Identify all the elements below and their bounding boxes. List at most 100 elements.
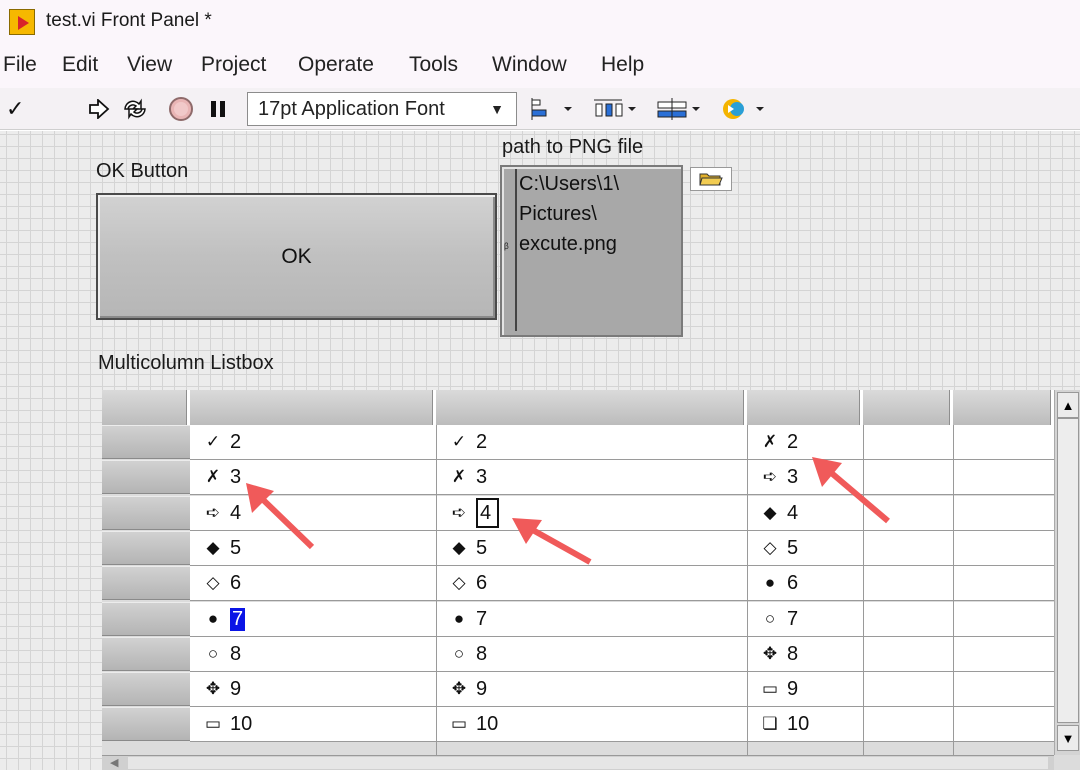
menu-project[interactable]: Project — [201, 53, 266, 77]
row-header[interactable] — [102, 496, 190, 530]
item-symbol-icon: ○ — [764, 609, 776, 628]
listbox-cell[interactable]: ✥ 9 — [202, 672, 241, 706]
resize-objects-icon[interactable] — [654, 94, 702, 124]
table-row: ➪ 4 ➪ 4 ◆ 4 — [190, 496, 1054, 531]
header-cell[interactable] — [102, 390, 190, 425]
listbox-cell[interactable]: ● 7 — [448, 602, 487, 636]
align-objects-icon[interactable] — [530, 94, 574, 124]
cell-value: 10 — [787, 712, 810, 735]
row-header[interactable] — [102, 531, 190, 565]
listbox-cell[interactable]: ▭ 10 — [202, 707, 252, 741]
listbox-cell[interactable]: ◇ 5 — [759, 531, 798, 565]
item-symbol-icon: ✗ — [205, 467, 221, 486]
row-header[interactable] — [102, 602, 190, 636]
header-cell[interactable] — [953, 390, 1054, 425]
menu-tools[interactable]: Tools — [409, 53, 458, 77]
item-symbol-icon: ✥ — [762, 644, 778, 663]
horizontal-scroll-thumb[interactable] — [128, 757, 1048, 769]
listbox-cell[interactable]: ✓ 2 — [202, 425, 241, 459]
scroll-left-icon[interactable]: ◀ — [110, 756, 118, 769]
cell-value: 4 — [230, 501, 242, 524]
listbox-cell[interactable]: ❏ 10 — [759, 707, 809, 741]
menu-view[interactable]: View — [127, 53, 172, 77]
abort-icon[interactable] — [166, 94, 196, 124]
ok-button-text: OK — [281, 244, 312, 268]
item-symbol-icon: ✓ — [205, 432, 221, 451]
menu-file[interactable]: File — [3, 53, 37, 77]
listbox-cell[interactable]: ◇ 6 — [448, 566, 487, 600]
font-select[interactable]: 17pt Application Font ▼ — [247, 92, 517, 126]
row-header[interactable] — [102, 637, 190, 671]
column-divider — [747, 425, 748, 755]
ok-button[interactable]: OK — [96, 193, 497, 320]
vertical-scroll-thumb[interactable] — [1057, 418, 1079, 723]
header-cell[interactable] — [747, 390, 863, 425]
toolbar: ✓ 17pt Application Font ▼ — [0, 88, 1080, 130]
listbox-cell[interactable]: ○ 8 — [202, 637, 241, 671]
cell-value: 8 — [230, 642, 242, 665]
header-cell[interactable] — [190, 390, 436, 425]
path-snap-icon: ᵦ — [504, 237, 509, 251]
distribute-objects-icon[interactable] — [592, 94, 638, 124]
menu-help[interactable]: Help — [601, 53, 644, 77]
listbox-cell[interactable]: ◆ 5 — [202, 531, 241, 565]
listbox-cell[interactable]: ◆ 4 — [759, 496, 798, 530]
menu-operate[interactable]: Operate — [298, 53, 374, 77]
path-label: path to PNG file — [502, 136, 644, 158]
item-symbol-icon: ✥ — [451, 679, 467, 698]
path-value[interactable]: C:\Users\1\ Pictures\ excute.png — [515, 169, 679, 331]
row-header[interactable] — [102, 672, 190, 706]
table-row: ▭ 10 ▭ 10 ❏ 10 — [190, 707, 1054, 742]
multicolumn-listbox[interactable]: ✓ 2 ✓ 2 ✗ 2 ✗ 3 ✗ 3 ➪ 3 ➪ 4 ➪ 4 ◆ 4 ◆ 5 ◆ 5 ◇ 5 ◇ 6 ◇ 6 ● 6 ● 7 ● 7 ○ 7 ○ 8 ○ 8… — [102, 390, 1080, 770]
menu-edit[interactable]: Edit — [62, 53, 98, 77]
item-symbol-icon: ✥ — [205, 679, 221, 698]
cell-value: 7 — [787, 607, 799, 630]
horizontal-scrollbar[interactable]: ◀ — [102, 755, 1054, 770]
reorder-icon[interactable] — [718, 94, 766, 124]
listbox-label: Multicolumn Listbox — [98, 352, 274, 374]
menu-window[interactable]: Window — [492, 53, 567, 77]
scroll-down-icon[interactable]: ▼ — [1057, 725, 1079, 751]
table-row: ✓ 2 ✓ 2 ✗ 2 — [190, 425, 1054, 460]
run-arrow-icon[interactable] — [86, 94, 112, 124]
cell-value: 4 — [476, 498, 500, 528]
item-symbol-icon: ◆ — [763, 503, 777, 522]
listbox-cell[interactable]: ▭ 9 — [759, 672, 798, 706]
listbox-cell[interactable]: ▭ 10 — [448, 707, 498, 741]
header-cell[interactable] — [863, 390, 953, 425]
listbox-cell[interactable]: ○ 8 — [448, 637, 487, 671]
cell-value: 6 — [787, 571, 799, 594]
cell-value: 2 — [787, 430, 799, 453]
table-row: ● 7 ● 7 ○ 7 — [190, 602, 1054, 637]
listbox-cell[interactable]: ➪ 4 — [448, 496, 500, 530]
listbox-cell[interactable]: ◆ 5 — [448, 531, 487, 565]
listbox-cell[interactable]: ✗ 3 — [448, 460, 487, 494]
listbox-cell[interactable]: ✓ 2 — [448, 425, 487, 459]
vertical-scrollbar[interactable]: ▲ ▼ — [1054, 390, 1080, 755]
listbox-cell[interactable]: ✗ 3 — [202, 460, 241, 494]
table-row: ✗ 3 ✗ 3 ➪ 3 — [190, 460, 1054, 495]
browse-folder-button[interactable] — [690, 167, 732, 191]
cell-value: 6 — [230, 571, 242, 594]
listbox-cell[interactable]: ● 6 — [759, 566, 798, 600]
item-symbol-icon: ✗ — [762, 432, 778, 451]
listbox-cell[interactable]: ○ 7 — [759, 602, 798, 636]
row-header[interactable] — [102, 707, 190, 741]
listbox-cell[interactable]: ➪ 4 — [202, 496, 241, 530]
pause-icon[interactable] — [206, 94, 230, 124]
row-header[interactable] — [102, 566, 190, 600]
listbox-cell[interactable]: ◇ 6 — [202, 566, 241, 600]
row-header[interactable] — [102, 425, 190, 459]
listbox-cell[interactable]: ✗ 2 — [759, 425, 798, 459]
listbox-cell[interactable]: ✥ 8 — [759, 637, 798, 671]
cell-value: 10 — [230, 712, 253, 735]
check-icon[interactable]: ✓ — [6, 94, 24, 124]
listbox-cell[interactable]: ✥ 9 — [448, 672, 487, 706]
header-cell[interactable] — [436, 390, 747, 425]
listbox-cell[interactable]: ➪ 3 — [759, 460, 798, 494]
listbox-cell[interactable]: ● 7 — [202, 602, 246, 636]
scroll-up-icon[interactable]: ▲ — [1057, 392, 1079, 418]
chevron-down-icon: ▼ — [490, 101, 504, 117]
run-continuously-icon[interactable] — [120, 94, 150, 124]
row-header[interactable] — [102, 460, 190, 494]
